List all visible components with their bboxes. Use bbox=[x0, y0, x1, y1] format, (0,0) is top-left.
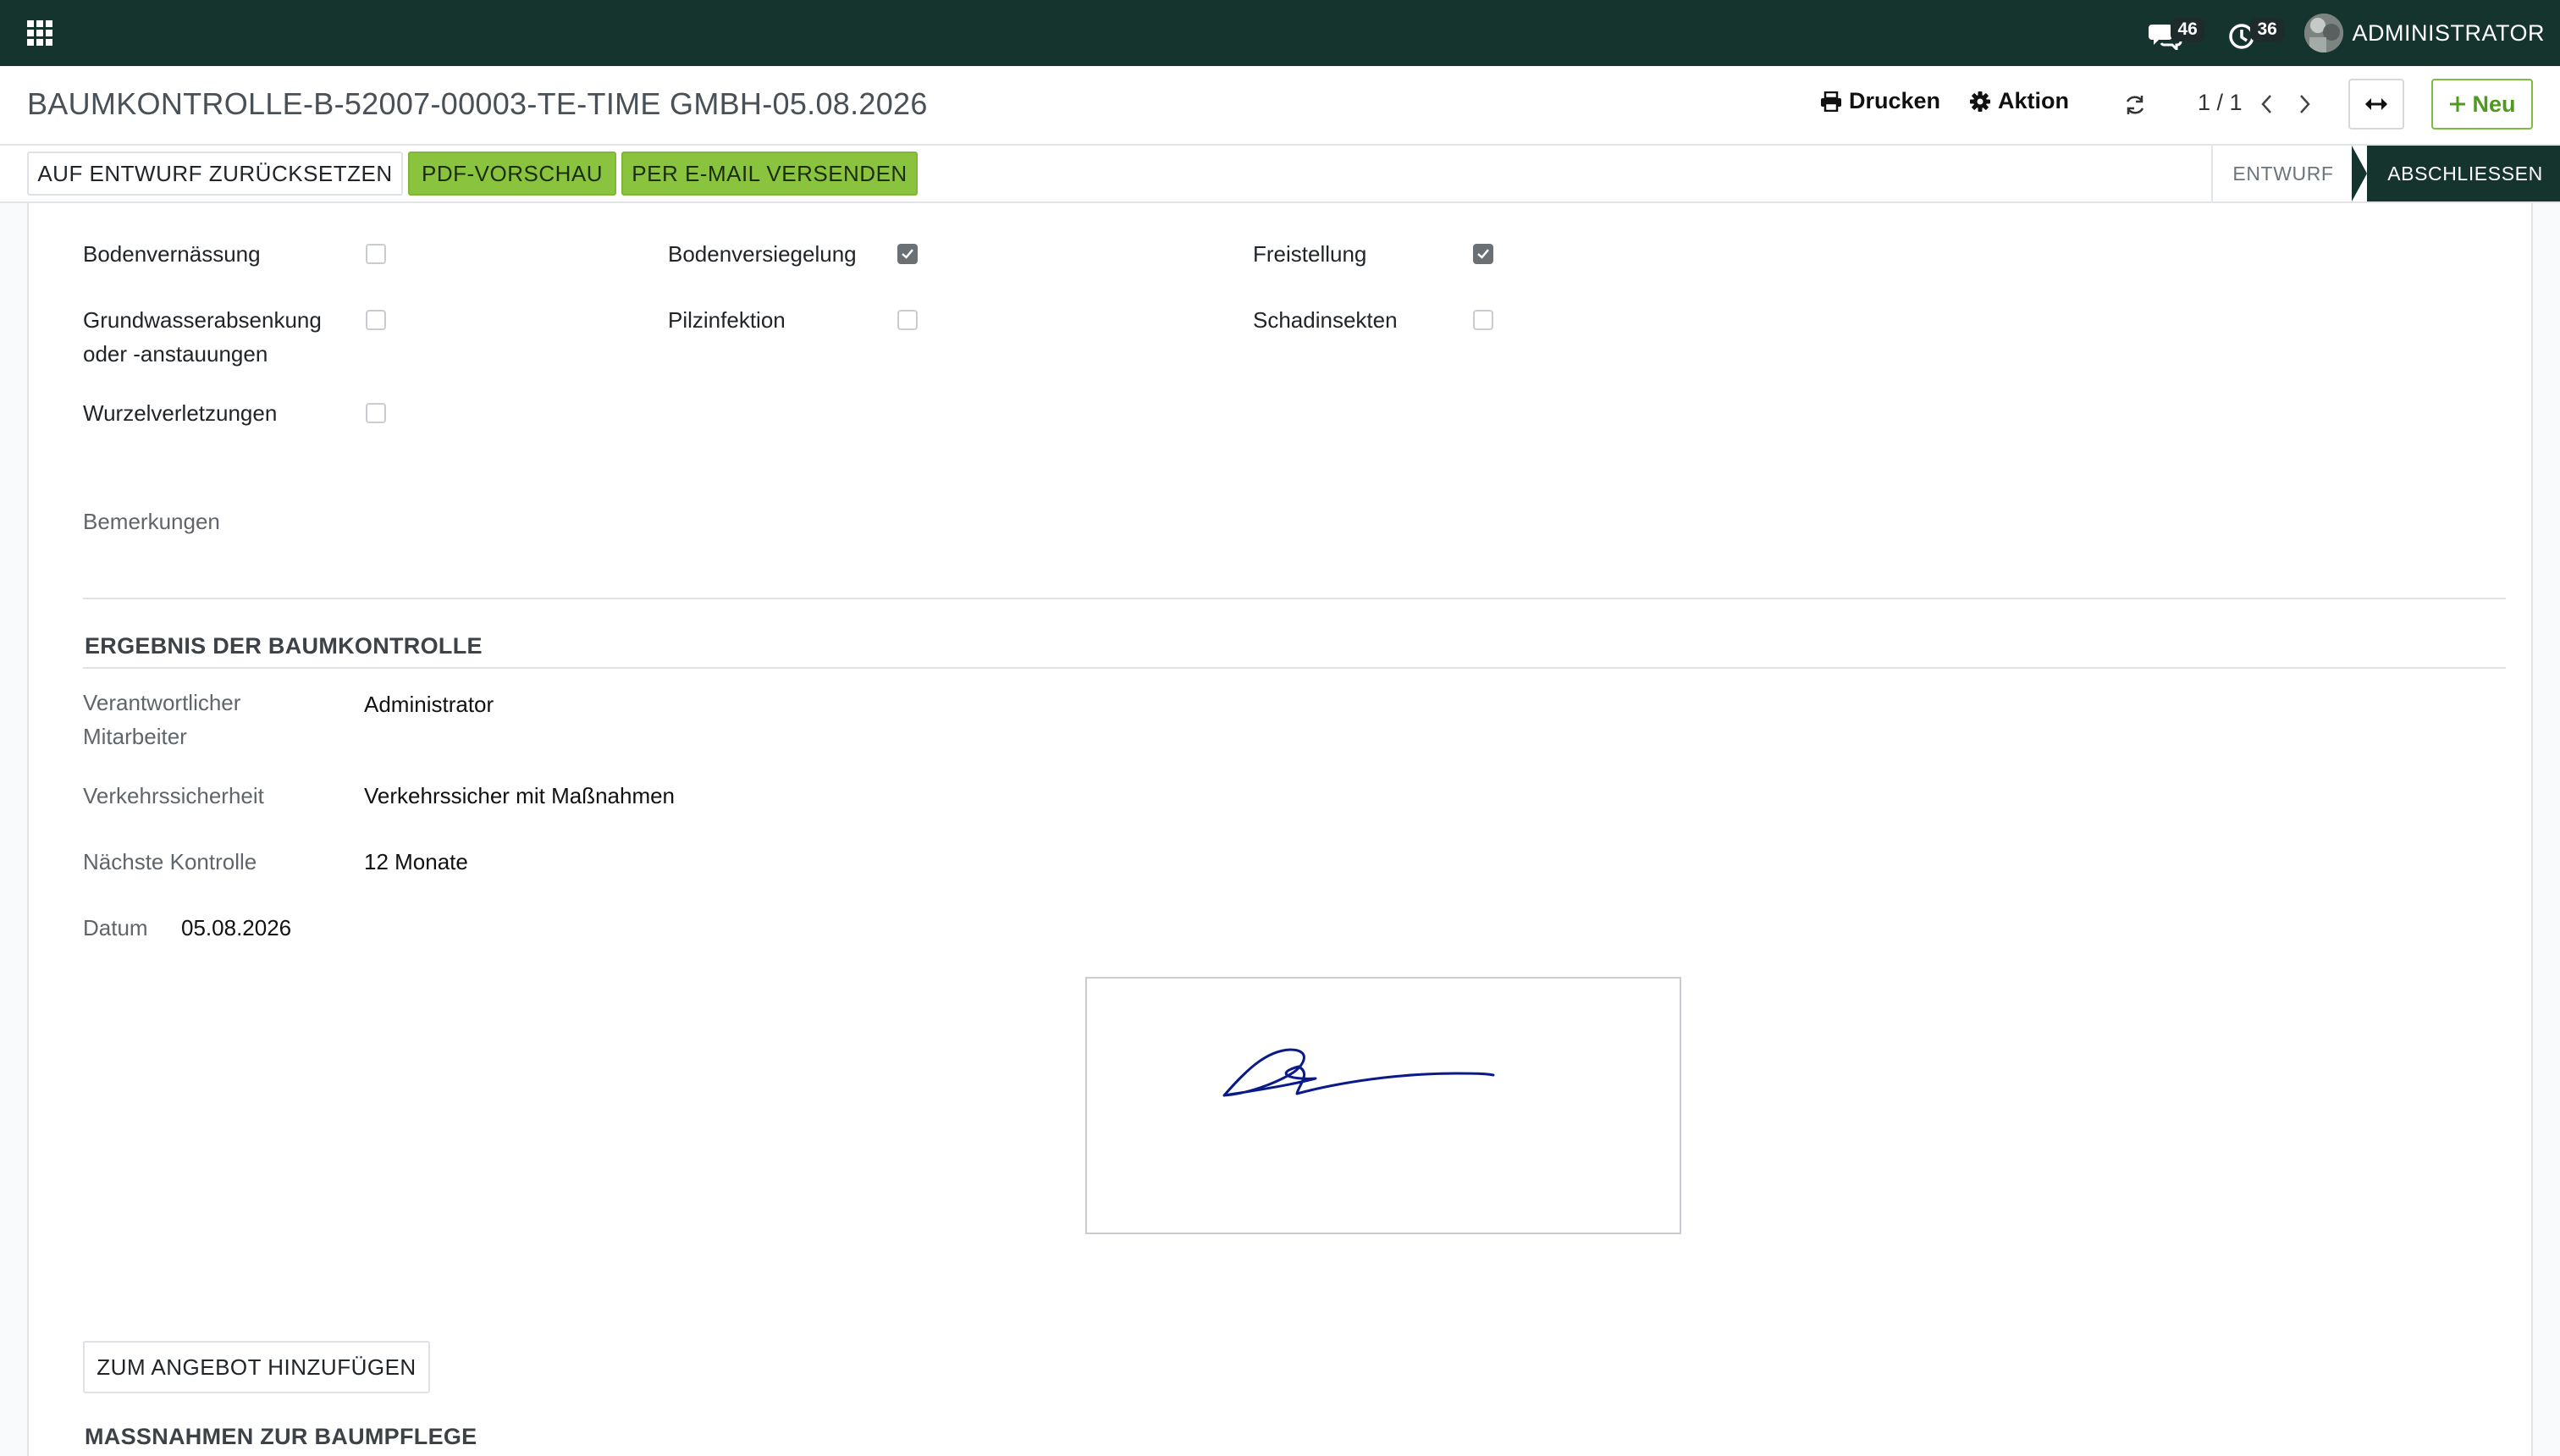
label-schadinsekten: Schadinsekten bbox=[1253, 307, 1398, 333]
checkbox-bodenversiegelung[interactable] bbox=[897, 244, 918, 264]
label-grundwasser-line1: Grundwasserabsenkung bbox=[83, 307, 322, 333]
action-label: Aktion bbox=[1998, 88, 2069, 113]
label-freistellung: Freistellung bbox=[1253, 241, 1367, 267]
label-pilzinfektion: Pilzinfektion bbox=[668, 307, 786, 333]
chevron-left-icon[interactable] bbox=[2257, 91, 2277, 117]
print-button[interactable]: Drucken bbox=[1820, 88, 1940, 114]
pager-value[interactable]: 1 / 1 bbox=[2198, 90, 2243, 116]
employee-value[interactable]: Administrator bbox=[364, 687, 494, 721]
expand-width-button[interactable] bbox=[2348, 79, 2404, 130]
send-email-button[interactable]: PER E-MAIL VERSENDEN bbox=[621, 152, 918, 196]
messages-menu[interactable]: 46 bbox=[2145, 14, 2204, 52]
user-name: ADMINISTRATOR bbox=[2352, 19, 2545, 46]
form-sheet: Bodenvernässung Bodenversiegelung Freist… bbox=[27, 203, 2533, 1456]
date-label: Datum bbox=[83, 915, 148, 940]
new-label: Neu bbox=[2472, 91, 2516, 117]
employee-label-line2: Mitarbeiter bbox=[83, 724, 187, 749]
activities-menu[interactable]: 36 bbox=[2225, 14, 2284, 52]
activities-count-badge: 36 bbox=[2250, 18, 2284, 41]
checkbox-pilzinfektion[interactable] bbox=[897, 310, 918, 330]
signature-field[interactable] bbox=[1085, 977, 1681, 1234]
next-inspection-label: Nächste Kontrolle bbox=[83, 849, 257, 874]
date-value[interactable]: 05.08.2026 bbox=[181, 911, 291, 945]
apps-grid-icon[interactable] bbox=[25, 19, 54, 47]
employee-label-line1: Verantwortlicher bbox=[83, 690, 241, 715]
page-title: BAUMKONTROLLE-B-52007-00003-TE-TIME GMBH… bbox=[27, 86, 928, 121]
reset-to-draft-button[interactable]: AUF ENTWURF ZURÜCKSETZEN bbox=[27, 152, 403, 196]
signature-drawing bbox=[1222, 1048, 1495, 1097]
stage-arrow-divider bbox=[2352, 146, 2367, 201]
user-menu[interactable]: ADMINISTRATOR bbox=[2304, 14, 2545, 52]
top-navbar: 46 36 ADMINISTRATOR bbox=[0, 0, 2560, 66]
chevron-right-icon[interactable] bbox=[2294, 91, 2314, 117]
control-panel: BAUMKONTROLLE-B-52007-00003-TE-TIME GMBH… bbox=[0, 66, 2560, 146]
pdf-preview-button[interactable]: PDF-VORSCHAU bbox=[408, 152, 616, 196]
safety-value[interactable]: Verkehrssicher mit Maßnahmen bbox=[364, 779, 675, 813]
label-bodenversiegelung: Bodenversiegelung bbox=[668, 241, 857, 267]
print-label: Drucken bbox=[1849, 88, 1941, 113]
checkbox-schadinsekten[interactable] bbox=[1473, 310, 1493, 330]
checkbox-freistellung[interactable] bbox=[1473, 244, 1493, 264]
arrows-horizontal-icon bbox=[2365, 98, 2387, 110]
label-wurzelverletzungen: Wurzelverletzungen bbox=[83, 400, 278, 426]
add-to-offer-button[interactable]: ZUM ANGEBOT HINZUFÜGEN bbox=[83, 1341, 430, 1393]
plus-icon bbox=[2450, 97, 2466, 112]
checkbox-wurzelverletzungen[interactable] bbox=[366, 403, 386, 423]
checkmark-icon bbox=[902, 249, 913, 259]
label-grundwasser-line2: oder -anstauungen bbox=[83, 341, 268, 367]
action-button[interactable]: Aktion bbox=[1969, 88, 2069, 114]
safety-label: Verkehrssicherheit bbox=[83, 783, 264, 808]
divider bbox=[83, 598, 2506, 599]
checkbox-bodenvernaessung[interactable] bbox=[366, 244, 386, 264]
printer-icon bbox=[1821, 91, 1841, 112]
remarks-label: Bemerkungen bbox=[83, 509, 220, 534]
stage-entwurf[interactable]: ENTWURF bbox=[2211, 146, 2353, 201]
next-inspection-value[interactable]: 12 Monate bbox=[364, 845, 468, 879]
messages-count-badge: 46 bbox=[2171, 18, 2204, 41]
remarks-field[interactable] bbox=[83, 542, 2506, 593]
refresh-icon[interactable] bbox=[2123, 93, 2147, 117]
checkbox-grundwasser[interactable] bbox=[366, 310, 386, 330]
section-divider bbox=[83, 667, 2506, 669]
result-section-title: ERGEBNIS DER BAUMKONTROLLE bbox=[85, 633, 483, 659]
checkmark-icon bbox=[1477, 249, 1489, 259]
status-bar: AUF ENTWURF ZURÜCKSETZEN PDF-VORSCHAU PE… bbox=[0, 146, 2560, 203]
stage-abschliessen[interactable]: ABSCHLIESSEN bbox=[2352, 146, 2560, 201]
gear-icon bbox=[1970, 91, 1990, 112]
label-bodenvernaessung: Bodenvernässung bbox=[83, 241, 261, 267]
measures-section-title: MASSNAHMEN ZUR BAUMPFLEGE bbox=[85, 1424, 477, 1449]
avatar bbox=[2304, 14, 2344, 52]
new-button[interactable]: Neu bbox=[2431, 79, 2533, 130]
